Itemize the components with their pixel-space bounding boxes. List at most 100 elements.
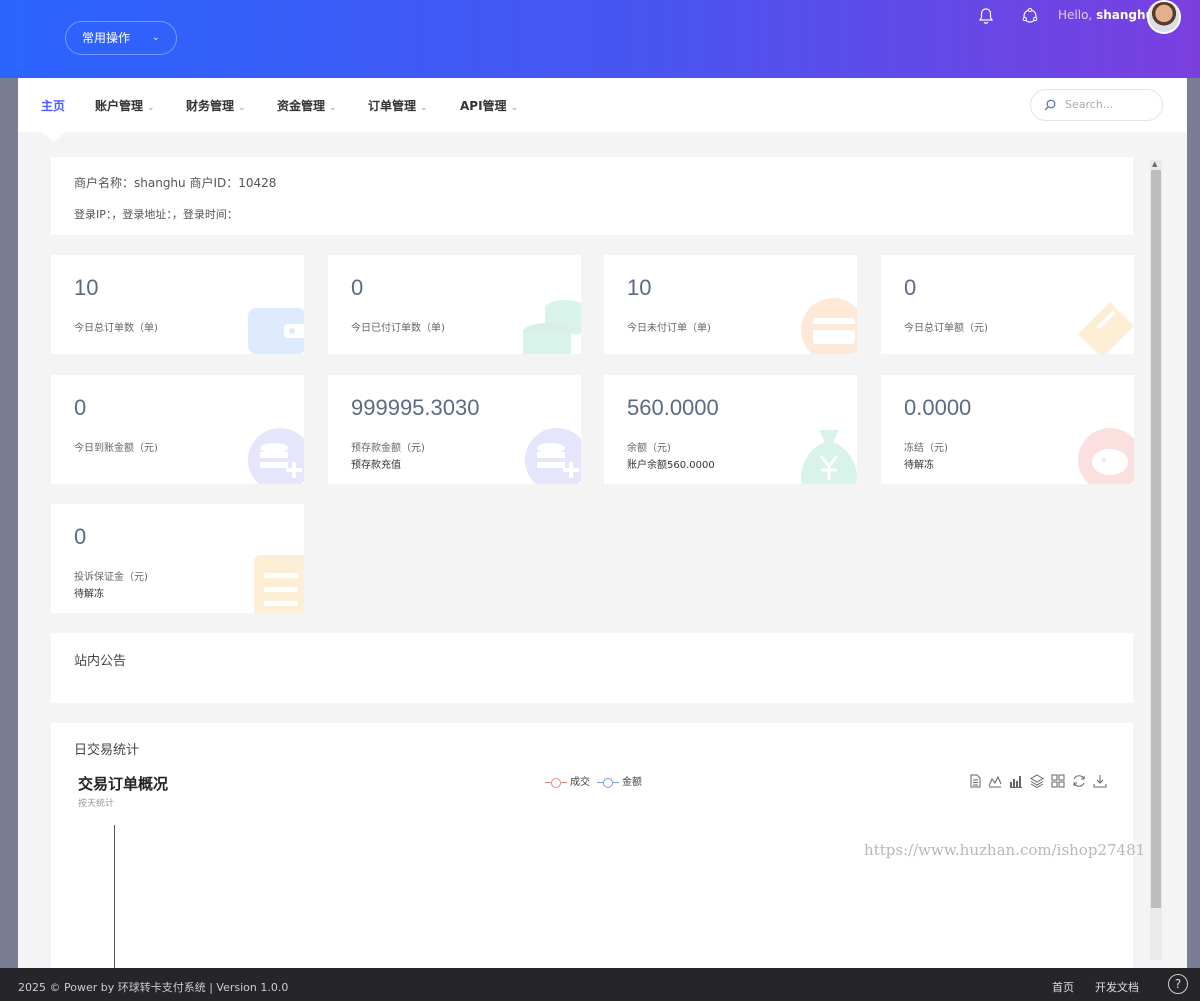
nav-item-label: 资金管理 [277, 99, 326, 113]
refresh-icon[interactable] [1072, 774, 1086, 788]
legend-label: 成交 [570, 777, 590, 788]
ticket-icon [1078, 302, 1134, 354]
stat-value: 0 [74, 524, 87, 549]
stat-value: 560.0000 [627, 395, 719, 420]
chart-y-axis [114, 825, 115, 968]
login-info: 登录IP：，登录地址：，登录时间： [74, 208, 238, 221]
pending-unfreeze-text: 待解冻 [904, 460, 934, 471]
stat-card-prepaid-amount: 999995.3030 预存款金额（元) 预存款充值 [328, 375, 581, 484]
chevron-down-icon: ⌄ [151, 32, 160, 43]
quick-operations-dropdown[interactable]: 常用操作 ⌄ [65, 21, 177, 55]
pending-unfreeze-text: 待解冻 [74, 589, 104, 600]
database-plus-icon [525, 428, 581, 484]
nav-item-account[interactable]: 账户管理 ⌄ [95, 97, 155, 114]
scroll-up-arrow-icon[interactable]: ▲ [1152, 160, 1157, 168]
stat-label: 今日到账金额（元) [74, 443, 158, 454]
avatar[interactable] [1147, 0, 1181, 34]
search-input[interactable]: Search... [1030, 89, 1163, 121]
chevron-down-icon: ⌄ [510, 103, 519, 113]
coins-icon [523, 300, 581, 354]
money-bag-icon [801, 430, 857, 484]
nav-active-pointer [42, 132, 66, 142]
legend-marker [597, 776, 619, 788]
copyright-text: 2025 © Power by 环球转卡支付系统 | Version 1.0.0 [18, 981, 289, 994]
account-balance-text: 账户余额560.0000 [627, 460, 715, 471]
stat-card-today-total-orders: 10 今日总订单数（单) [51, 255, 304, 354]
chart-subtitle: 按天统计 [78, 799, 115, 809]
stat-card-today-paid-orders: 0 今日已付订单数（单) [328, 255, 581, 354]
stat-label: 今日未付订单（单) [627, 323, 711, 334]
bar-chart-icon[interactable] [1009, 774, 1023, 788]
stat-label: 今日总订单额（元) [904, 323, 988, 334]
merchant-info-card: 商户名称：shanghu 商户ID：10428 登录IP：，登录地址：，登录时间… [51, 157, 1133, 235]
scrollbar-thumb[interactable] [1151, 170, 1161, 908]
chevron-down-icon: ⌄ [329, 103, 337, 113]
greeting-prefix: Hello, [1058, 8, 1093, 22]
footer-link-home[interactable]: 首页 [1052, 979, 1074, 995]
legend-item-deals[interactable]: 成交 [545, 773, 590, 788]
download-icon[interactable] [1093, 774, 1107, 788]
stat-label: 余额（元) [627, 443, 671, 454]
page-footer: 2025 © Power by 环球转卡支付系统 | Version 1.0.0… [0, 968, 1200, 1001]
stat-value: 0 [904, 275, 917, 300]
merchant-name-id: 商户名称：shanghu 商户ID：10428 [74, 176, 277, 190]
greeting-username: shanghu [1096, 8, 1155, 22]
sync-circle-icon[interactable] [1020, 6, 1040, 26]
legend-label: 金额 [622, 777, 642, 788]
stat-value: 10 [74, 275, 99, 300]
stat-value: 0.0000 [904, 395, 972, 420]
nav-item-label: 账户管理 [95, 99, 144, 113]
legend-marker [545, 776, 567, 788]
watermark-url: https://www.huzhan.com/ishop27481 [864, 841, 1146, 859]
piggy-bank-icon [1078, 428, 1134, 484]
wallet-icon [248, 308, 304, 354]
tiled-icon[interactable] [1051, 774, 1065, 788]
site-notice-card: 站内公告 [51, 633, 1133, 703]
nav-item-finance[interactable]: 财务管理 ⌄ [186, 97, 246, 114]
stat-label: 冻结（元) [904, 443, 948, 454]
chevron-down-icon: ⌄ [147, 103, 155, 113]
stat-label: 投诉保证金（元) [74, 572, 148, 583]
line-chart-icon[interactable] [988, 774, 1002, 788]
stat-card-today-unpaid-orders: 10 今日未付订单（单) [604, 255, 857, 354]
receipt-icon [254, 555, 304, 613]
search-placeholder: Search... [1065, 98, 1114, 111]
nav-item-label: 主页 [41, 99, 66, 113]
stat-label: 今日已付订单数（单) [351, 323, 445, 334]
stat-card-balance: 560.0000 余额（元) 账户余额560.0000 [604, 375, 857, 484]
card-icon [801, 298, 857, 354]
nav-item-orders[interactable]: 订单管理 ⌄ [368, 97, 428, 114]
data-view-icon[interactable] [968, 774, 982, 788]
stat-card-today-order-amount: 0 今日总订单额（元) [881, 255, 1134, 354]
top-header: 常用操作 ⌄ Hello, shanghu [0, 0, 1200, 78]
nav-item-label: 财务管理 [186, 99, 235, 113]
stat-card-today-received: 0 今日到账金额（元) [51, 375, 304, 484]
nav-item-funds[interactable]: 资金管理 ⌄ [277, 97, 337, 114]
help-icon[interactable]: ? [1168, 974, 1188, 994]
daily-transaction-title: 日交易统计 [74, 743, 140, 758]
quick-operations-label: 常用操作 [82, 31, 131, 45]
stat-value: 10 [627, 275, 652, 300]
chevron-down-icon: ⌄ [420, 103, 428, 113]
nav-item-label: 订单管理 [368, 99, 417, 113]
bell-icon[interactable] [976, 6, 996, 26]
stat-card-frozen: 0.0000 冻结（元) 待解冻 [881, 375, 1134, 484]
stat-card-complaint-deposit: 0 投诉保证金（元) 待解冻 [51, 504, 304, 613]
site-notice-title: 站内公告 [74, 654, 127, 669]
footer-link-docs[interactable]: 开发文档 [1095, 979, 1139, 995]
main-navbar: 主页 账户管理 ⌄ 财务管理 ⌄ 资金管理 ⌄ 订单管理 ⌄ API管理 ⌄ Search… [18, 78, 1187, 132]
stat-label: 预存款金额（元) [351, 443, 425, 454]
chevron-down-icon: ⌄ [238, 103, 246, 113]
search-icon [1044, 99, 1056, 111]
prepaid-recharge-link[interactable]: 预存款充值 [351, 456, 401, 471]
nav-item-api[interactable]: API管理 ⌄ [460, 97, 518, 114]
main-panel: 主页 账户管理 ⌄ 财务管理 ⌄ 资金管理 ⌄ 订单管理 ⌄ API管理 ⌄ Search… [18, 78, 1187, 968]
nav-item-home[interactable]: 主页 [41, 97, 65, 114]
chart-title: 交易订单概况 [78, 775, 169, 793]
legend-item-amount[interactable]: 金额 [597, 773, 642, 788]
nav-item-label: API管理 [460, 99, 507, 113]
content-scrollbar[interactable]: ▲ [1150, 160, 1162, 960]
stack-icon[interactable] [1030, 774, 1044, 788]
database-plus-icon [248, 428, 304, 484]
user-greeting[interactable]: Hello, shanghu [1058, 8, 1154, 22]
